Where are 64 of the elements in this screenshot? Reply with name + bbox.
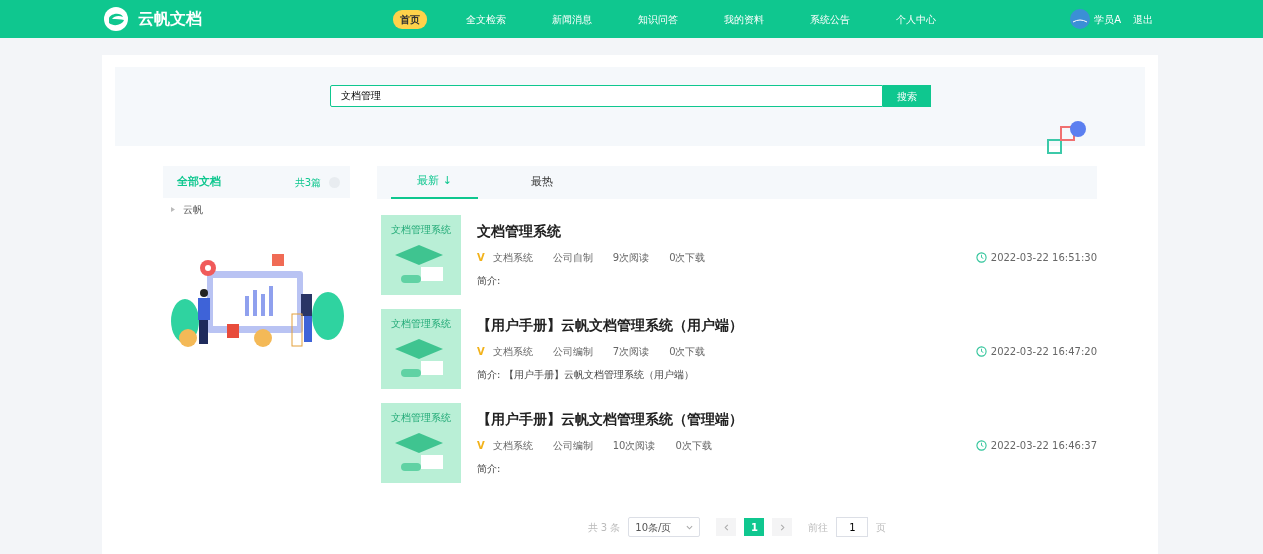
document-title[interactable]: 【用户手册】云帆文档管理系统（用户端） <box>477 315 1097 336</box>
nav-link[interactable]: 新闻消息 <box>545 9 599 29</box>
vip-icon: V <box>477 344 485 359</box>
clock-icon <box>975 346 987 357</box>
chevron-right-icon <box>778 524 786 531</box>
chevron-left-icon <box>722 524 730 531</box>
download-count: 0次下载 <box>669 345 706 359</box>
document-title[interactable]: 【用户手册】云帆文档管理系统（管理端） <box>477 409 1097 430</box>
sort-tab[interactable]: 最热 <box>498 166 585 199</box>
read-count: 10次阅读 <box>612 439 656 453</box>
avatar-icon <box>1070 9 1091 29</box>
user-name: 学员A <box>1094 12 1121 27</box>
sidebar-title: 全部文档 <box>177 173 221 190</box>
clock-icon <box>975 440 987 451</box>
goto-page-field[interactable]: 1 <box>836 517 869 537</box>
brand-name: 云帆文档 <box>138 8 202 30</box>
page-size-select[interactable]: 10条/页 <box>628 517 701 537</box>
next-page-button[interactable] <box>772 518 793 536</box>
logo-icon <box>102 6 130 32</box>
read-count: 7次阅读 <box>612 345 650 359</box>
document-summary: 简介: <box>477 274 502 288</box>
document-title[interactable]: 文档管理系统 <box>477 221 1097 242</box>
vip-icon: V <box>477 250 485 265</box>
vip-icon: V <box>477 438 485 453</box>
search-button[interactable]: 搜索 <box>882 85 931 107</box>
document-source: 公司编制 <box>552 439 593 453</box>
document-source: 公司编制 <box>552 345 593 359</box>
nav-link[interactable]: 我的资料 <box>717 9 771 29</box>
download-count: 0次下载 <box>675 439 712 453</box>
search-field[interactable]: 文档管理 <box>329 85 883 107</box>
logout-link[interactable]: 退出 <box>1133 11 1153 27</box>
cover-title: 文档管理系统 <box>390 411 452 425</box>
document-time: 2022-03-22 16:46:37 <box>990 439 1097 453</box>
document-category: 文档系统 <box>492 345 533 359</box>
nav-link[interactable]: 全文检索 <box>459 9 513 29</box>
nav-link[interactable]: 个人中心 <box>889 9 943 29</box>
read-count: 9次阅读 <box>612 251 650 265</box>
document-cover[interactable]: 文档管理系统 <box>381 215 461 295</box>
document-time: 2022-03-22 16:47:20 <box>990 345 1097 359</box>
nav-link[interactable]: 知识问答 <box>631 9 685 29</box>
document-summary: 简介: 【用户手册】云帆文档管理系统（用户端） <box>477 368 695 382</box>
nav-link[interactable]: 系统公告 <box>803 9 857 29</box>
document-time: 2022-03-22 16:51:30 <box>990 251 1097 265</box>
page-suffix: 页 <box>876 520 887 535</box>
document-category: 文档系统 <box>492 251 533 265</box>
caret-icon <box>686 523 694 531</box>
bullet-icon <box>171 207 175 212</box>
download-count: 0次下载 <box>669 251 706 265</box>
page-button[interactable]: 1 <box>744 518 765 536</box>
cover-title: 文档管理系统 <box>390 223 452 237</box>
document-summary: 简介: <box>477 462 502 476</box>
total-count: 共 3 条 <box>587 520 621 535</box>
document-category: 文档系统 <box>492 439 533 453</box>
clock-icon <box>975 252 987 263</box>
document-count: 共3篇 <box>294 175 321 190</box>
goto-label: 前往 <box>808 520 829 535</box>
previous-page-button[interactable] <box>716 518 737 536</box>
cover-title: 文档管理系统 <box>390 317 452 331</box>
document-cover[interactable]: 文档管理系统 <box>381 403 461 483</box>
document-cover[interactable]: 文档管理系统 <box>381 309 461 389</box>
sort-tab[interactable]: 最新 ↓ <box>391 166 478 199</box>
document-source: 公司自制 <box>552 251 593 265</box>
nav-link[interactable]: 首页 <box>393 9 427 29</box>
category-item[interactable]: 云帆 <box>183 202 203 217</box>
